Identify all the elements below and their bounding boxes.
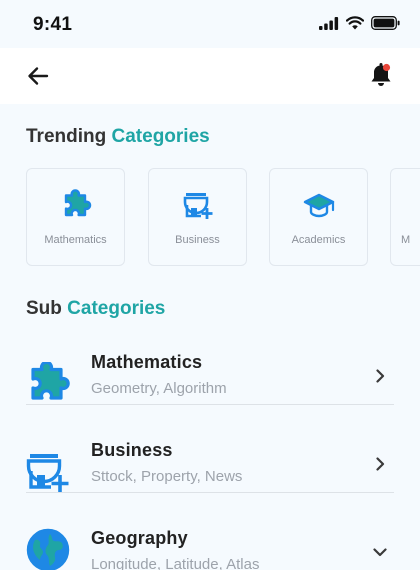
sub-category-desc: Sttock, Property, News <box>91 468 243 485</box>
sub-category-name: Mathematics <box>91 352 203 372</box>
chevron-down-icon <box>373 548 387 557</box>
battery-icon <box>371 16 400 30</box>
status-icons <box>319 16 400 30</box>
notification-dot <box>382 63 391 72</box>
trending-card-academics[interactable]: Academics <box>269 168 368 266</box>
trending-card-partial[interactable]: M <box>390 168 420 266</box>
puzzle-icon <box>31 362 70 400</box>
sub-category-mathematics[interactable]: Mathematics Geometry, Algorithm <box>26 352 394 422</box>
trending-title-accent: Categories <box>111 126 210 147</box>
sub-title-accent: Categories <box>67 298 166 319</box>
puzzle-icon <box>64 189 91 217</box>
status-time: 9:41 <box>33 14 73 35</box>
chevron-right-icon <box>376 369 385 383</box>
trending-card-business[interactable]: Business <box>148 168 247 266</box>
sub-category-name: Geography <box>91 528 188 548</box>
store-add-icon <box>183 193 212 219</box>
sub-title-text: Sub <box>26 298 62 319</box>
status-bar: 9:41 <box>0 0 420 48</box>
sub-category-geography[interactable]: Geography Longitude, Latitude, Atlas <box>26 528 394 570</box>
trending-card-label: Mathematics <box>44 234 107 246</box>
trending-card-label: Business <box>175 234 220 246</box>
notification-button[interactable] <box>369 61 395 89</box>
trending-section-title: Trending Categories <box>26 126 210 148</box>
graduation-cap-icon <box>303 193 334 218</box>
navigation-bar <box>0 48 420 104</box>
divider <box>26 492 394 493</box>
sub-category-name: Business <box>91 440 173 460</box>
globe-icon <box>26 528 70 570</box>
wifi-icon <box>346 16 364 30</box>
bell-icon <box>371 63 391 86</box>
back-button[interactable] <box>26 64 52 88</box>
arrow-left-icon <box>28 67 49 85</box>
chevron-right-icon <box>376 457 385 471</box>
divider <box>26 404 394 405</box>
trending-card-label: M <box>401 234 411 246</box>
trending-card-mathematics[interactable]: Mathematics <box>26 168 125 266</box>
cellular-signal-icon <box>319 16 339 30</box>
sub-category-desc: Longitude, Latitude, Atlas <box>91 556 260 570</box>
sub-category-business[interactable]: Business Sttock, Property, News <box>26 440 394 510</box>
trending-categories-row: Mathematics Business Academics M <box>26 168 420 266</box>
store-add-icon <box>26 454 69 492</box>
trending-card-label: Academics <box>291 234 346 246</box>
sub-section-title: Sub Categories <box>26 298 165 320</box>
trending-title-text: Trending <box>26 126 107 147</box>
sub-category-desc: Geometry, Algorithm <box>91 380 227 397</box>
